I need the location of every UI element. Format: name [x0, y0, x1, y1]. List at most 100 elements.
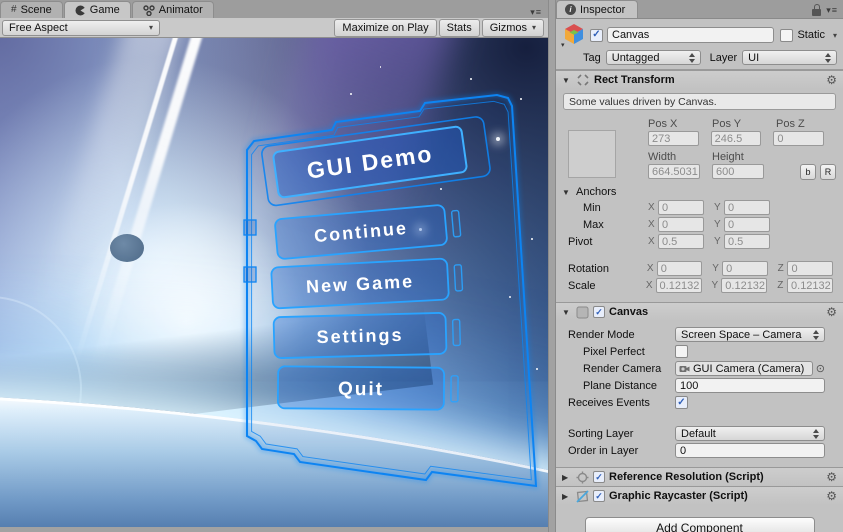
menu-button-settings-label: Settings: [316, 325, 404, 347]
sorting-layer-dropdown[interactable]: Default: [675, 426, 825, 441]
render-camera-object-field[interactable]: GUI Camera (Camera): [675, 361, 813, 376]
pixel-perfect-checkbox[interactable]: [675, 345, 688, 358]
order-in-layer-field[interactable]: 0: [675, 443, 825, 458]
gameobject-header: ▾ ✓ Canvas Static ▾ Tag Untagged Layer U…: [556, 19, 843, 70]
render-camera-row: Render Camera GUI Camera (Camera) ⊙: [556, 360, 843, 377]
tab-scene-label: Scene: [20, 4, 52, 16]
updown-arrows-icon: [688, 52, 695, 63]
gear-icon[interactable]: ⚙: [826, 305, 837, 319]
tab-inspector[interactable]: i Inspector: [556, 0, 639, 18]
chevron-down-icon: ▾: [531, 23, 536, 32]
static-checkbox[interactable]: [780, 28, 794, 42]
graphic-raycaster-checkbox[interactable]: ✓: [593, 490, 605, 502]
updown-arrows-icon: [813, 329, 819, 340]
stats-button[interactable]: Stats: [438, 18, 480, 37]
graphic-raycaster-title: Graphic Raycaster (Script): [609, 490, 748, 502]
object-picker-icon[interactable]: ⊙: [816, 362, 825, 375]
canvas-enabled-checkbox[interactable]: ✓: [593, 306, 605, 318]
rotation-label: Rotation: [568, 262, 609, 275]
gizmos-button[interactable]: Gizmos ▾: [481, 18, 544, 37]
menu-button-quit-label: Quit: [338, 379, 384, 400]
foldout-open-icon[interactable]: ▼: [562, 76, 572, 85]
plane-distance-row: Plane Distance 100: [556, 377, 843, 394]
height-field[interactable]: 600: [712, 164, 764, 179]
rotation-z-field[interactable]: 0: [787, 261, 833, 276]
aspect-dropdown[interactable]: Free Aspect ▾: [2, 19, 160, 36]
game-view: GUI Demo Continue New Game Settings Quit: [0, 38, 548, 528]
rect-transform-header[interactable]: ▼ Rect Transform ⚙: [556, 70, 843, 89]
blueprint-mode-button[interactable]: b: [800, 163, 816, 180]
sorting-layer-label: Sorting Layer: [568, 427, 634, 440]
y-axis-label: Y: [711, 280, 719, 291]
gui-demo-menu: GUI Demo Continue New Game Settings Quit: [243, 92, 539, 489]
pivot-x-field[interactable]: 0.5: [658, 234, 704, 249]
plane-distance-field[interactable]: 100: [675, 378, 825, 393]
layer-dropdown[interactable]: UI: [742, 50, 837, 65]
pos-z-field[interactable]: 0: [773, 131, 825, 146]
width-field[interactable]: 664.5031: [648, 164, 700, 179]
menu-button-quit[interactable]: Quit: [276, 365, 459, 411]
tab-scene[interactable]: # Scene: [0, 1, 63, 18]
game-icon: [75, 5, 86, 15]
panel-splitter[interactable]: [548, 0, 556, 532]
foldout-closed-icon[interactable]: ▶: [562, 473, 572, 482]
tab-animator[interactable]: Animator: [131, 1, 214, 18]
rect-preview-box: [568, 130, 616, 178]
updown-arrows-icon: [813, 428, 819, 439]
maximize-on-play-button[interactable]: Maximize on Play: [334, 18, 437, 37]
min-label: Min: [583, 201, 601, 214]
graphic-raycaster-header[interactable]: ▶ ✓ Graphic Raycaster (Script) ⚙: [556, 486, 843, 505]
rotation-y-field[interactable]: 0: [722, 261, 768, 276]
anchor-min-x-field[interactable]: 0: [658, 200, 704, 215]
active-checkbox[interactable]: ✓: [590, 28, 603, 42]
anchor-max-x-field[interactable]: 0: [658, 217, 704, 232]
gameobject-cube-icon[interactable]: ▾: [561, 22, 588, 49]
gear-icon[interactable]: ⚙: [826, 489, 837, 503]
order-in-layer-label: Order in Layer: [568, 444, 639, 457]
x-axis-label: X: [648, 236, 655, 247]
raw-edit-mode-button[interactable]: R: [820, 163, 836, 180]
scale-label: Scale: [568, 279, 596, 292]
add-component-button[interactable]: Add Component: [584, 517, 815, 532]
anchor-min-y-field[interactable]: 0: [724, 200, 770, 215]
receives-events-checkbox[interactable]: ✓: [675, 396, 688, 409]
pivot-y-field[interactable]: 0.5: [724, 234, 770, 249]
x-axis-label: X: [648, 202, 655, 213]
gear-icon[interactable]: ⚙: [826, 470, 837, 484]
tab-game[interactable]: Game: [63, 1, 131, 18]
pos-y-label: Pos Y: [712, 117, 742, 130]
foldout-open-icon[interactable]: ▼: [562, 188, 572, 197]
gear-icon[interactable]: ⚙: [826, 73, 837, 87]
foldout-open-icon[interactable]: ▼: [562, 308, 572, 317]
reference-resolution-checkbox[interactable]: ✓: [593, 471, 605, 483]
pos-z-label: Pos Z: [776, 117, 805, 130]
render-mode-dropdown[interactable]: Screen Space – Camera: [675, 327, 825, 342]
chevron-down-icon[interactable]: ▾: [833, 31, 837, 40]
x-axis-label: X: [648, 219, 655, 230]
pos-y-field[interactable]: 246.5: [710, 131, 762, 146]
menu-button-new-game[interactable]: New Game: [270, 257, 464, 310]
scale-z-field[interactable]: 0.12132: [787, 278, 834, 293]
pane-menu-icon[interactable]: ▾≡: [530, 5, 548, 18]
scale-x-field[interactable]: 0.12132: [655, 278, 702, 293]
menu-button-settings[interactable]: Settings: [272, 312, 461, 359]
anchor-max-y-field[interactable]: 0: [724, 217, 770, 232]
pivot-label: Pivot: [568, 235, 593, 248]
canvas-component-header[interactable]: ▼ ✓ Canvas ⚙: [556, 302, 843, 321]
foldout-closed-icon[interactable]: ▶: [562, 492, 572, 501]
y-axis-label: Y: [712, 263, 719, 274]
lock-icon[interactable]: [812, 4, 822, 16]
rotation-x-field[interactable]: 0: [656, 261, 703, 276]
z-axis-label: Z: [777, 280, 784, 291]
tag-dropdown[interactable]: Untagged: [605, 50, 701, 65]
reference-resolution-header[interactable]: ▶ ✓ Reference Resolution (Script) ⚙: [556, 467, 843, 486]
name-field[interactable]: Canvas: [607, 27, 775, 43]
pos-x-field[interactable]: 273: [648, 131, 699, 146]
x-axis-label: X: [646, 263, 654, 274]
rect-transform-icon: [577, 74, 589, 86]
pane-menu-icon[interactable]: ▾≡: [826, 5, 838, 16]
inspector-tab-controls: ▾≡: [812, 4, 843, 18]
tab-game-label: Game: [89, 4, 120, 16]
scale-y-field[interactable]: 0.12132: [721, 278, 768, 293]
receives-events-label: Receives Events: [568, 396, 650, 409]
